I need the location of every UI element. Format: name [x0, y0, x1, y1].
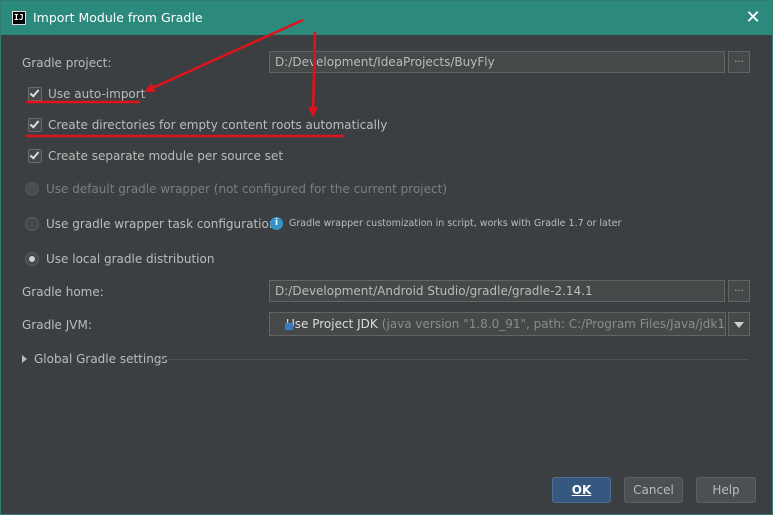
gradle-home-browse-button[interactable]: ...	[728, 280, 750, 302]
cancel-button[interactable]: Cancel	[624, 477, 683, 503]
radio-wrapper-task-label: Use gradle wrapper task configuration	[46, 217, 277, 231]
wrapper-info-text: Gradle wrapper customization in script, …	[289, 218, 622, 229]
gradle-project-label: Gradle project:	[22, 56, 112, 70]
intellij-icon: IJ	[12, 11, 26, 25]
expand-arrow-icon	[22, 355, 27, 363]
info-icon: i	[270, 217, 283, 230]
checkmark-icon	[29, 87, 40, 98]
separator	[156, 359, 748, 360]
help-button[interactable]: Help	[696, 477, 756, 503]
gradle-jvm-select[interactable]: Use Project JDK (java version "1.8.0_91"…	[269, 312, 726, 336]
checkmark-icon	[29, 149, 40, 160]
gradle-jvm-selected: Use Project JDK	[286, 317, 378, 331]
radio-local[interactable]	[25, 252, 39, 266]
gradle-project-field[interactable]: D:/Development/IdeaProjects/BuyFly	[269, 51, 725, 73]
ok-button[interactable]: OK	[552, 477, 611, 503]
radio-selected-dot	[29, 256, 35, 262]
radio-local-row[interactable]: Use local gradle distribution	[25, 250, 214, 268]
global-gradle-settings-label: Global Gradle settings	[34, 352, 168, 366]
gradle-jvm-label: Gradle JVM:	[22, 318, 92, 332]
create-dirs-checkbox-row[interactable]: Create directories for empty content roo…	[28, 116, 387, 134]
checkmark-icon	[29, 118, 40, 129]
gradle-home-field[interactable]: D:/Development/Android Studio/gradle/gra…	[269, 280, 725, 302]
radio-wrapper-task-row[interactable]: Use gradle wrapper task configuration	[25, 215, 276, 233]
import-module-dialog: IJ Import Module from Gradle ✕ Gradle pr…	[0, 0, 773, 515]
auto-import-checkbox[interactable]	[28, 87, 42, 101]
wrapper-info-hint: i Gradle wrapper customization in script…	[270, 217, 621, 230]
radio-default-wrapper-row: Use default gradle wrapper (not configur…	[25, 180, 447, 198]
dialog-content: Gradle project: D:/Development/IdeaProje…	[1, 35, 772, 514]
global-gradle-settings-toggle[interactable]: Global Gradle settings	[22, 352, 168, 366]
close-button[interactable]: ✕	[744, 9, 762, 27]
create-dirs-checkbox[interactable]	[28, 118, 42, 132]
title-bar: IJ Import Module from Gradle ✕	[1, 1, 772, 35]
gradle-home-label: Gradle home:	[22, 285, 104, 299]
separate-module-checkbox[interactable]	[28, 149, 42, 163]
window-title: Import Module from Gradle	[33, 10, 203, 25]
auto-import-label: Use auto-import	[48, 87, 146, 101]
gradle-project-browse-button[interactable]: ...	[728, 51, 750, 73]
radio-local-label: Use local gradle distribution	[46, 252, 215, 266]
radio-wrapper-task[interactable]	[25, 217, 39, 231]
gradle-jvm-detail: (java version "1.8.0_91", path: C:/Progr…	[381, 317, 725, 331]
separate-module-checkbox-row[interactable]: Create separate module per source set	[28, 147, 283, 165]
radio-default-wrapper-label: Use default gradle wrapper (not configur…	[46, 182, 448, 196]
separate-module-label: Create separate module per source set	[48, 149, 284, 163]
create-dirs-label: Create directories for empty content roo…	[48, 118, 388, 132]
radio-default-wrapper	[25, 182, 39, 196]
chevron-down-icon[interactable]	[728, 312, 750, 336]
auto-import-checkbox-row[interactable]: Use auto-import	[28, 85, 145, 103]
close-icon: ✕	[745, 7, 761, 28]
